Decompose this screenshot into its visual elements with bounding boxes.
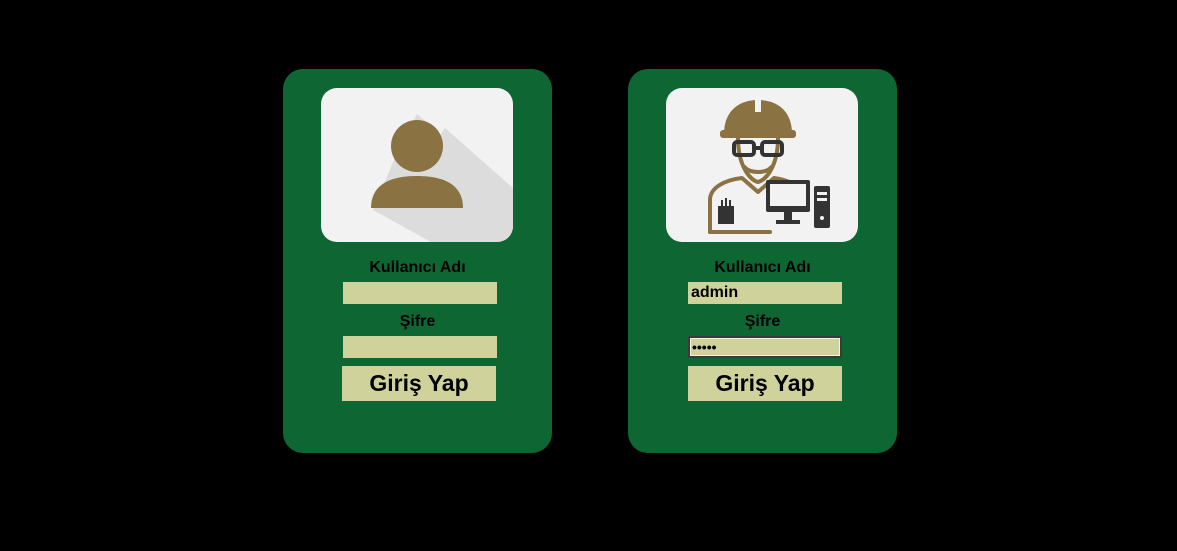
login-card-admin: Kullanıcı Adı Şifre Giriş Yap (628, 69, 897, 453)
username-field[interactable] (688, 282, 842, 304)
password-label: Şifre (399, 313, 436, 330)
password-field[interactable] (343, 336, 497, 358)
username-field[interactable] (343, 282, 497, 304)
login-button[interactable]: Giriş Yap (342, 366, 496, 401)
engineer-computer-icon (708, 98, 830, 234)
login-button[interactable]: Giriş Yap (688, 366, 842, 401)
username-label: Kullanıcı Adı (369, 259, 466, 276)
password-field[interactable] (688, 336, 842, 358)
password-label: Şifre (744, 313, 781, 330)
username-label: Kullanıcı Adı (714, 259, 811, 276)
taskbar-edge (0, 547, 1177, 551)
login-card-generic: Kullanıcı Adı Şifre Giriş Yap (283, 69, 552, 453)
avatar (321, 88, 513, 242)
login-screen: Kullanıcı Adı Şifre Giriş Yap Kullanıcı … (0, 0, 1177, 551)
avatar (666, 88, 858, 242)
user-silhouette-icon (371, 114, 513, 242)
